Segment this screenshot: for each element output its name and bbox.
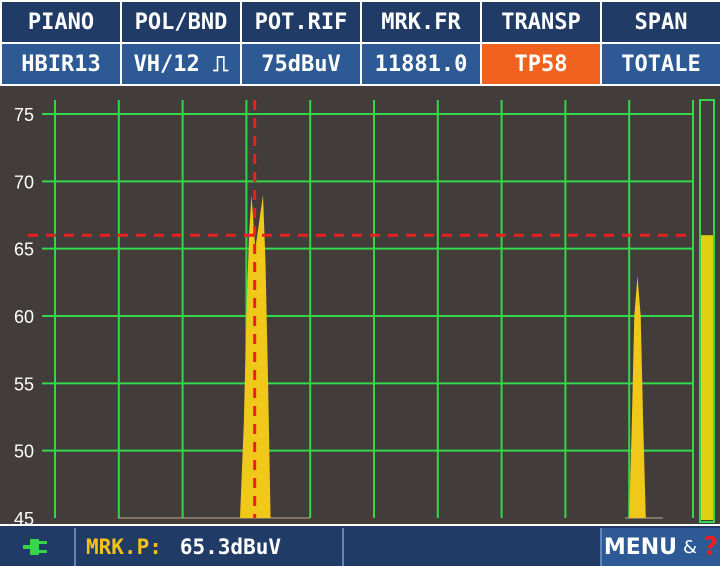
power-plug-icon: [23, 539, 47, 555]
spectrum-plot[interactable]: 75 70 65 60 55 50 45: [0, 86, 720, 524]
help-icon: ?: [703, 532, 719, 562]
menu-amp: &: [683, 536, 698, 558]
mrk-fr-value-button[interactable]: 11881.0: [362, 44, 480, 84]
header-label-piano: PIANO: [2, 2, 120, 42]
header-label-pol-bnd: POL/BND: [122, 2, 240, 42]
y-tick-label: 65: [14, 240, 34, 260]
marker-power-label: MRK.P:: [86, 535, 162, 559]
y-tick-label: 75: [14, 105, 34, 125]
transp-value-button[interactable]: TP58: [482, 44, 600, 84]
menu-label: MENU: [603, 534, 678, 560]
signal-peak: [629, 275, 646, 518]
header-label-transp: TRANSP: [482, 2, 600, 42]
pol-bnd-value-button[interactable]: VH/12 ⎍: [122, 44, 240, 84]
y-tick-label: 50: [14, 442, 34, 462]
footer-bar: MRK.P: 65.3dBuV MENU & ?: [0, 526, 720, 566]
spectrum-chart: 75 70 65 60 55 50 45: [14, 99, 715, 524]
header-label-pot-rif: POT.RIF: [242, 2, 360, 42]
menu-help-button[interactable]: MENU & ?: [600, 528, 720, 566]
header-label-mrk-fr: MRK.FR: [362, 2, 480, 42]
piano-value-button[interactable]: HBIR13: [2, 44, 120, 84]
y-tick-label: 60: [14, 307, 34, 327]
y-tick-label: 70: [14, 172, 34, 192]
power-status-button[interactable]: [0, 528, 76, 566]
header-label-span: SPAN: [602, 2, 720, 42]
y-tick-label: 55: [14, 374, 34, 394]
span-value-button[interactable]: TOTALE: [602, 44, 720, 84]
header-bar: PIANO POL/BND POT.RIF MRK.FR TRANSP SPAN…: [0, 0, 720, 86]
marker-power-value: 65.3dBuV: [179, 535, 282, 559]
marker-readout: MRK.P: 65.3dBuV: [78, 528, 344, 566]
pot-rif-value-button[interactable]: 75dBuV: [242, 44, 360, 84]
y-tick-label: 45: [14, 509, 34, 524]
level-bar-fill: [701, 235, 713, 520]
